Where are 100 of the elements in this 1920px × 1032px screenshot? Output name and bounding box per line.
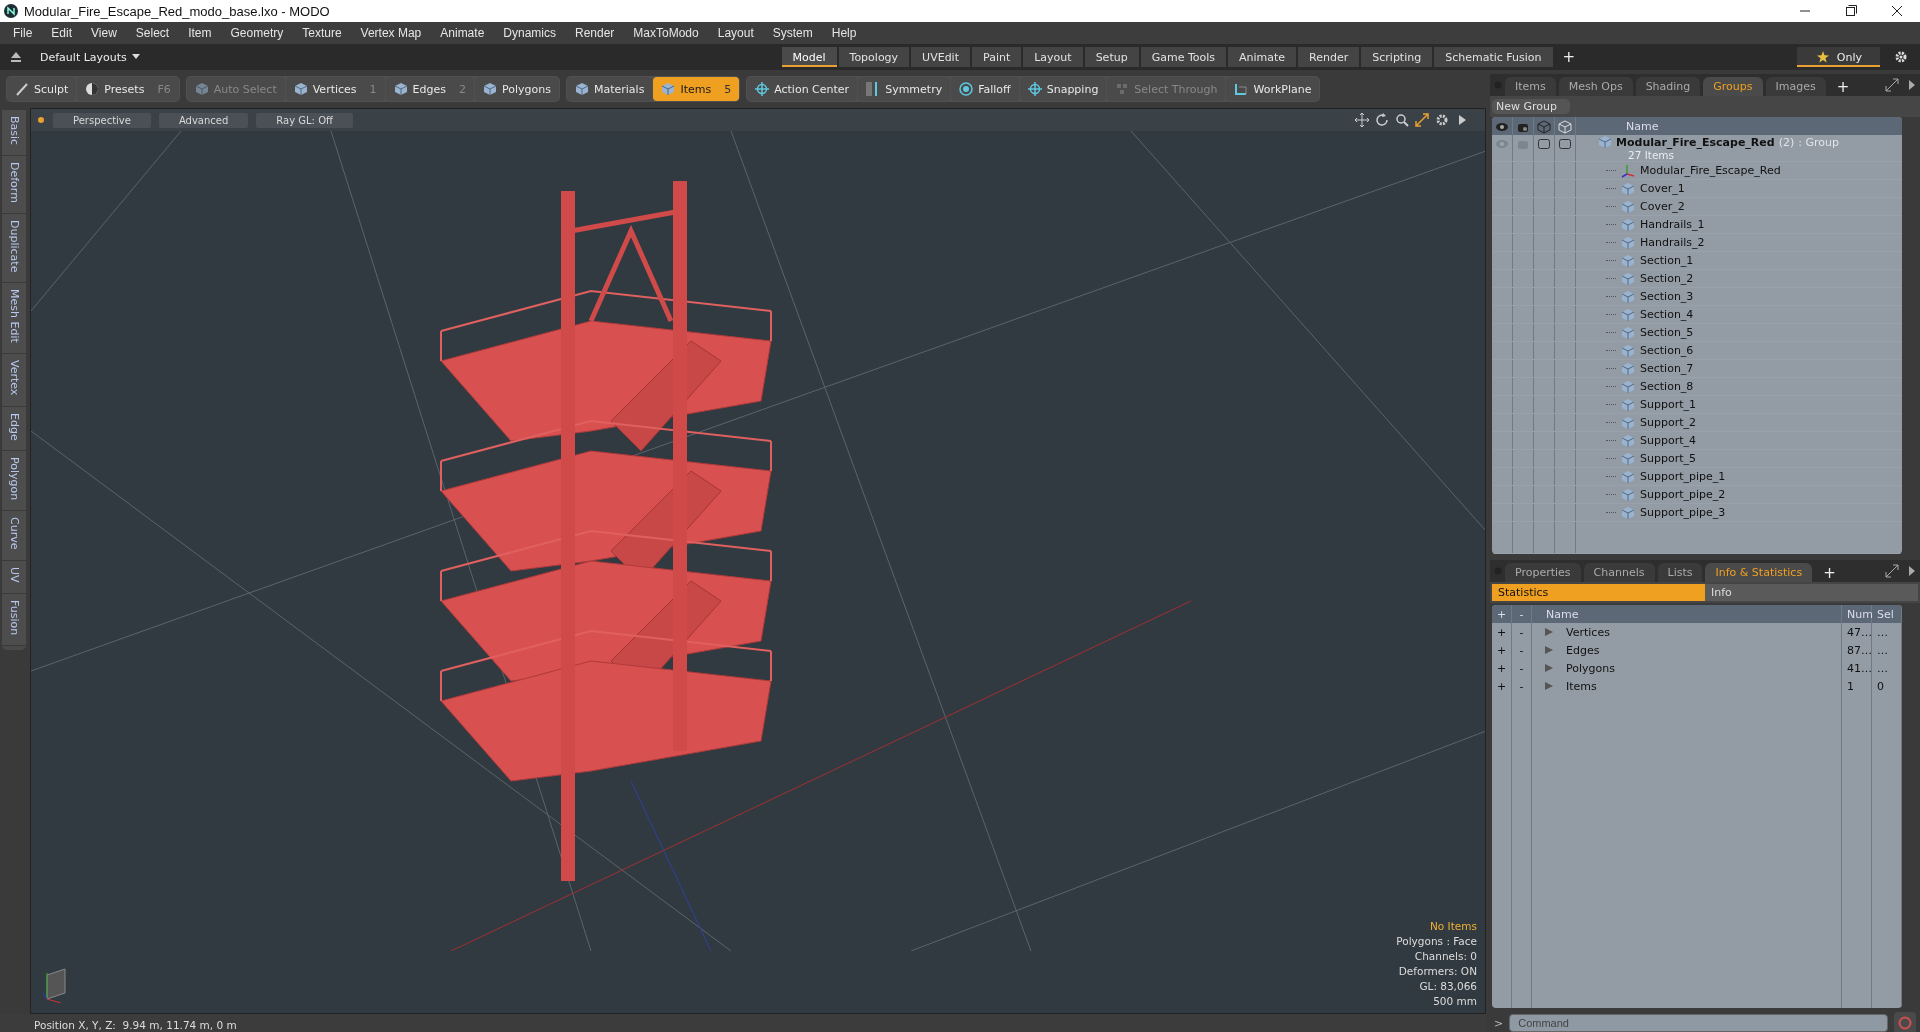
tool-button[interactable]: Sculpt [7, 77, 77, 101]
menu-item[interactable]: View [82, 26, 127, 40]
tool-button[interactable]: WorkPlane [1226, 77, 1320, 101]
layout-tab[interactable]: Setup [1084, 47, 1139, 67]
layout-tab[interactable]: Animate [1228, 47, 1297, 67]
menu-item[interactable]: Layout [708, 26, 764, 40]
add-button[interactable]: + [1492, 677, 1512, 695]
tool-button[interactable]: Symmetry [858, 77, 951, 101]
layout-tab[interactable]: Topology [838, 47, 910, 67]
add-button[interactable]: + [1492, 641, 1512, 659]
menu-item[interactable]: MaxToModo [624, 26, 709, 40]
menu-item[interactable]: Edit [42, 26, 83, 40]
group-item[interactable]: Section_8 [1640, 380, 1694, 393]
rotate-icon[interactable] [1375, 113, 1389, 127]
menu-item[interactable]: Texture [293, 26, 352, 40]
group-name[interactable]: Modular_Fire_Escape_Red [1616, 135, 1775, 149]
panel-tab[interactable]: Properties [1505, 563, 1581, 582]
menu-item[interactable]: Item [179, 26, 222, 40]
sub-tab[interactable]: Info [1705, 584, 1918, 601]
viewport-button[interactable]: Ray GL: Off [256, 112, 353, 128]
group-item[interactable]: Handrails_1 [1640, 218, 1705, 231]
layout-tab[interactable]: Render [1298, 47, 1360, 67]
group-item[interactable]: Support_5 [1640, 452, 1696, 465]
tool-button[interactable]: Snapping [1019, 77, 1107, 101]
remove-button[interactable]: - [1512, 641, 1532, 659]
add-button[interactable]: + [1492, 659, 1512, 677]
panel-tab[interactable]: Info & Statistics [1705, 563, 1813, 582]
viewport-button[interactable]: Advanced [158, 112, 249, 128]
expand-icon[interactable] [1885, 78, 1899, 92]
checkbox-icon[interactable] [1537, 137, 1551, 151]
settings-icon[interactable] [1435, 113, 1449, 127]
group-item[interactable]: Section_4 [1640, 308, 1694, 321]
menu-item[interactable]: File [4, 26, 43, 40]
layout-tab[interactable]: Scripting [1361, 47, 1433, 67]
expand-icon[interactable] [1415, 113, 1429, 127]
menu-item[interactable]: Vertex Map [351, 26, 432, 40]
group-item[interactable]: Support_1 [1640, 398, 1696, 411]
panel-tab[interactable]: Lists [1657, 563, 1703, 582]
panel-tab[interactable]: Mesh Ops [1558, 77, 1633, 96]
layout-tab[interactable]: UVEdit [911, 47, 970, 67]
tool-button[interactable]: Presets F6 [77, 77, 179, 101]
viewport-button[interactable]: Perspective [53, 112, 151, 128]
group-item[interactable]: Support_pipe_3 [1640, 506, 1726, 519]
tool-button[interactable]: Falloff [951, 77, 1019, 101]
command-field[interactable]: Command [1509, 1014, 1888, 1032]
remove-button[interactable]: - [1512, 623, 1532, 641]
group-item[interactable]: Handrails_2 [1640, 236, 1705, 249]
layout-dropdown[interactable]: Default Layouts [32, 50, 148, 64]
tool-button[interactable]: Vertices 1 [285, 77, 385, 101]
caret-icon[interactable] [1908, 80, 1916, 90]
new-group-button[interactable]: New Group [1492, 99, 1570, 114]
menu-item[interactable]: Select [126, 26, 180, 40]
group-item[interactable]: Support_2 [1640, 416, 1696, 429]
layout-tab[interactable]: Paint [972, 47, 1022, 67]
tool-button[interactable]: Items 5 [653, 77, 740, 101]
group-item[interactable]: Cover_1 [1640, 182, 1685, 195]
tool-button[interactable]: Edges 2 [385, 77, 474, 101]
add-tab-button[interactable]: + [1554, 47, 1584, 67]
expand-icon[interactable] [1885, 564, 1899, 578]
checkbox-icon[interactable] [1558, 137, 1572, 151]
group-item[interactable]: Section_1 [1640, 254, 1694, 267]
group-item[interactable]: Support_pipe_2 [1640, 488, 1726, 501]
menu-item[interactable]: System [763, 26, 823, 40]
group-item[interactable]: Support_4 [1640, 434, 1696, 447]
panel-tab[interactable]: Items [1505, 77, 1556, 96]
only-button[interactable]: Only [1796, 47, 1880, 67]
remove-button[interactable]: - [1512, 677, 1532, 695]
group-item[interactable]: Section_6 [1640, 344, 1694, 357]
menu-item[interactable]: Dynamics [494, 26, 566, 40]
tool-button[interactable]: Polygons [475, 77, 559, 101]
menu-item[interactable]: Render [566, 26, 625, 40]
group-item[interactable]: Cover_2 [1640, 200, 1685, 213]
caret-icon[interactable] [1908, 566, 1916, 576]
sub-tab[interactable]: Statistics [1492, 584, 1705, 601]
layout-tab[interactable]: Layout [1023, 47, 1083, 67]
side-tab[interactable]: Basic [2, 110, 26, 157]
layout-tab[interactable]: Model [781, 47, 837, 67]
add-tab-button[interactable]: + [1815, 564, 1844, 582]
layout-tab[interactable]: Game Tools [1140, 47, 1226, 67]
panel-tab[interactable]: Channels [1583, 563, 1655, 582]
panel-tab[interactable]: Images [1765, 77, 1826, 96]
menu-item[interactable]: Geometry [221, 26, 294, 40]
menu-item[interactable]: Animate [431, 26, 495, 40]
group-item[interactable]: Support_pipe_1 [1640, 470, 1726, 483]
menu-item[interactable]: Help [822, 26, 867, 40]
panel-tab[interactable]: Shading [1635, 77, 1701, 96]
group-item[interactable]: Section_3 [1640, 290, 1694, 303]
search-icon[interactable] [1395, 113, 1409, 127]
move-icon[interactable] [1355, 113, 1369, 127]
remove-button[interactable]: - [1512, 659, 1532, 677]
tool-button[interactable]: Action Center [747, 77, 858, 101]
group-item[interactable]: Modular_Fire_Escape_Red [1640, 164, 1781, 177]
panel-tab[interactable]: Groups [1703, 77, 1763, 96]
add-tab-button[interactable]: + [1828, 78, 1858, 96]
add-button[interactable]: + [1492, 623, 1512, 641]
group-item[interactable]: Section_2 [1640, 272, 1694, 285]
layout-tab[interactable]: Schematic Fusion [1434, 47, 1553, 67]
group-item[interactable]: Section_7 [1640, 362, 1694, 375]
group-item[interactable]: Section_5 [1640, 326, 1694, 339]
tool-button[interactable]: Materials [566, 77, 653, 101]
